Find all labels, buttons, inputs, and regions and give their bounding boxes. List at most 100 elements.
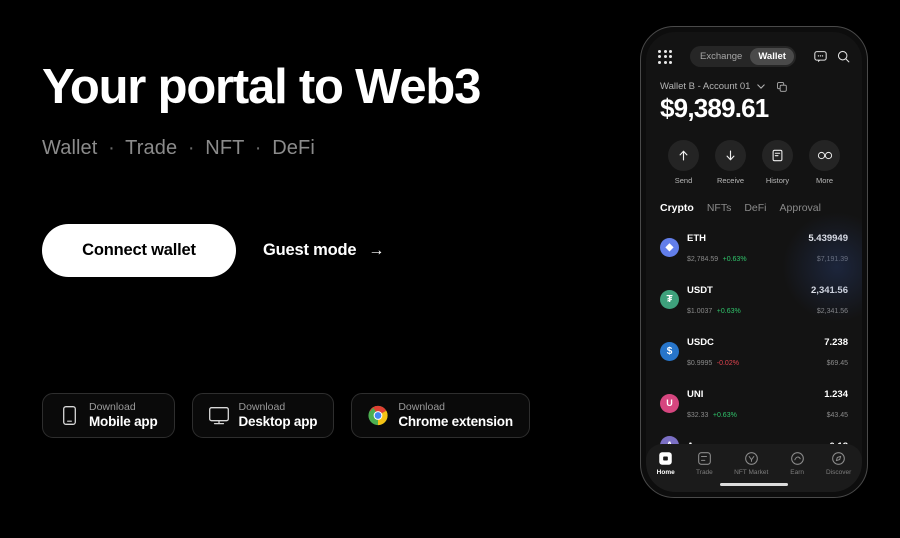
token-symbol: ETH bbox=[687, 233, 706, 244]
nav-item-trade[interactable]: Trade bbox=[696, 451, 713, 476]
list-item[interactable]: ◆ ETH $2,784.59 +0.63% 5.439949 $7,191.3… bbox=[660, 221, 848, 273]
list-item[interactable]: ₮ USDT $1.0037 +0.63% 2,341.56 $2,341.56 bbox=[660, 273, 848, 325]
download-chrome-extension-button[interactable]: Download Chrome extension bbox=[351, 393, 530, 438]
token-price: $32.33 bbox=[687, 412, 709, 419]
home-icon bbox=[658, 451, 673, 466]
arrow-up-icon bbox=[668, 140, 699, 171]
history-action-button[interactable]: History bbox=[762, 140, 793, 185]
tab-crypto[interactable]: Crypto bbox=[660, 202, 694, 214]
nav-label-home: Home bbox=[656, 469, 675, 476]
hero-separator-2: · bbox=[254, 137, 262, 160]
trade-icon bbox=[697, 451, 712, 466]
asset-tabs: Crypto NFTs DeFi Approval bbox=[646, 185, 862, 214]
download-mobile-app-button[interactable]: Download Mobile app bbox=[42, 393, 175, 438]
connect-wallet-button[interactable]: Connect wallet bbox=[42, 224, 236, 277]
receive-action-button[interactable]: Receive bbox=[715, 140, 746, 185]
guest-mode-button[interactable]: Guest mode → bbox=[263, 241, 384, 260]
token-value: $7,191.39 bbox=[816, 256, 848, 263]
copy-icon[interactable] bbox=[777, 81, 788, 92]
token-symbol: USDT bbox=[687, 285, 713, 296]
uni-token-icon: U bbox=[660, 393, 679, 413]
phone-topbar: Exchange Wallet bbox=[646, 32, 862, 67]
phone-topbar-icons bbox=[814, 50, 850, 63]
token-symbol: UNI bbox=[687, 389, 704, 400]
bottom-navigation: Home Trade NFT Market Earn Discover bbox=[646, 444, 862, 492]
token-value: $69.45 bbox=[826, 360, 848, 367]
download-mobile-text: Download Mobile app bbox=[89, 401, 158, 429]
token-change: +0.63% bbox=[722, 256, 747, 263]
nav-item-earn[interactable]: Earn bbox=[790, 451, 805, 476]
hero-subtitle: Wallet · Trade · NFT · DeFi bbox=[42, 137, 582, 160]
token-amount: 1.234 bbox=[824, 389, 848, 400]
exchange-wallet-toggle[interactable]: Exchange Wallet bbox=[690, 46, 796, 67]
token-info: USDC $0.9995 -0.02% bbox=[687, 331, 824, 371]
token-amount: 7.238 bbox=[824, 337, 848, 348]
download-desktop-top-label: Download bbox=[238, 401, 286, 414]
segment-exchange[interactable]: Exchange bbox=[692, 48, 750, 65]
more-action-label: More bbox=[815, 176, 834, 185]
tab-nfts[interactable]: NFTs bbox=[707, 202, 732, 214]
chat-bubble-icon[interactable] bbox=[814, 50, 827, 63]
tab-defi[interactable]: DeFi bbox=[744, 202, 766, 214]
token-change: +0.63% bbox=[712, 412, 737, 419]
hero-subtitle-item-2: NFT bbox=[205, 137, 245, 160]
download-chrome-bottom-label: Chrome extension bbox=[398, 413, 513, 429]
wallet-balance: $9,389.61 bbox=[660, 93, 769, 123]
download-chrome-text: Download Chrome extension bbox=[398, 401, 513, 429]
tab-approval[interactable]: Approval bbox=[780, 202, 821, 214]
chevron-down-icon[interactable] bbox=[757, 84, 766, 89]
download-desktop-text: Download Desktop app bbox=[238, 401, 318, 429]
search-icon[interactable] bbox=[837, 50, 850, 63]
token-holdings: 1.234 $43.45 bbox=[824, 383, 848, 423]
token-holdings: 7.238 $69.45 bbox=[824, 331, 848, 371]
nav-label-trade: Trade bbox=[696, 469, 713, 476]
account-selector[interactable]: Wallet B - Account 01 bbox=[646, 67, 862, 92]
account-name: Wallet B - Account 01 bbox=[660, 81, 751, 92]
usdt-token-icon: ₮ bbox=[660, 289, 679, 309]
token-amount: 5.439949 bbox=[808, 233, 848, 244]
hero-subtitle-item-3: DeFi bbox=[272, 137, 315, 160]
download-buttons-row: Download Mobile app Download Desktop app bbox=[42, 393, 530, 438]
token-holdings: 5.439949 $7,191.39 bbox=[808, 227, 848, 267]
grid-apps-icon[interactable] bbox=[658, 49, 672, 64]
history-action-label: History bbox=[765, 176, 790, 185]
usdc-token-icon: $ bbox=[660, 341, 679, 361]
token-price: $1.0037 bbox=[687, 308, 713, 315]
receive-action-label: Receive bbox=[716, 176, 745, 185]
phone-mockup: Exchange Wallet Wallet B - Account 01 $9… bbox=[640, 26, 868, 498]
nav-label-discover: Discover bbox=[825, 469, 852, 476]
eth-token-icon: ◆ bbox=[660, 237, 679, 257]
download-desktop-app-button[interactable]: Download Desktop app bbox=[191, 393, 335, 438]
phone-screen: Exchange Wallet Wallet B - Account 01 $9… bbox=[646, 32, 862, 492]
token-info: ETH $2,784.59 +0.63% bbox=[687, 227, 808, 267]
guest-mode-label: Guest mode bbox=[263, 241, 357, 259]
arrow-down-icon bbox=[715, 140, 746, 171]
list-item[interactable]: $ USDC $0.9995 -0.02% 7.238 $69.45 bbox=[660, 325, 848, 377]
list-item[interactable]: U UNI $32.33 +0.63% 1.234 $43.45 bbox=[660, 377, 848, 429]
chrome-logo-icon bbox=[368, 405, 388, 426]
segment-wallet[interactable]: Wallet bbox=[750, 48, 794, 65]
quick-actions-row: Send Receive History More bbox=[646, 124, 862, 185]
more-action-button[interactable]: More bbox=[809, 140, 840, 185]
token-info: USDT $1.0037 +0.63% bbox=[687, 279, 811, 319]
nav-item-nft-market[interactable]: NFT Market bbox=[734, 451, 768, 476]
home-indicator-bar bbox=[720, 482, 788, 486]
download-mobile-bottom-label: Mobile app bbox=[89, 413, 158, 429]
token-change: -0.02% bbox=[716, 360, 739, 367]
nav-label-nft-market: NFT Market bbox=[734, 469, 769, 476]
hero-subtitle-item-0: Wallet bbox=[42, 137, 98, 160]
document-icon bbox=[762, 140, 793, 171]
earn-icon bbox=[790, 451, 805, 466]
nav-item-home[interactable]: Home bbox=[657, 451, 675, 476]
infinity-icon bbox=[809, 140, 840, 171]
nft-market-icon bbox=[744, 451, 759, 466]
nav-item-discover[interactable]: Discover bbox=[826, 451, 851, 476]
send-action-button[interactable]: Send bbox=[668, 140, 699, 185]
token-value: $2,341.56 bbox=[816, 308, 848, 315]
download-desktop-bottom-label: Desktop app bbox=[238, 413, 318, 429]
desktop-monitor-icon bbox=[208, 406, 229, 426]
token-price: $0.9995 bbox=[687, 360, 713, 367]
token-amount: 2,341.56 bbox=[811, 285, 848, 296]
cta-row: Connect wallet Guest mode → bbox=[42, 224, 384, 277]
token-symbol: USDC bbox=[687, 337, 714, 348]
